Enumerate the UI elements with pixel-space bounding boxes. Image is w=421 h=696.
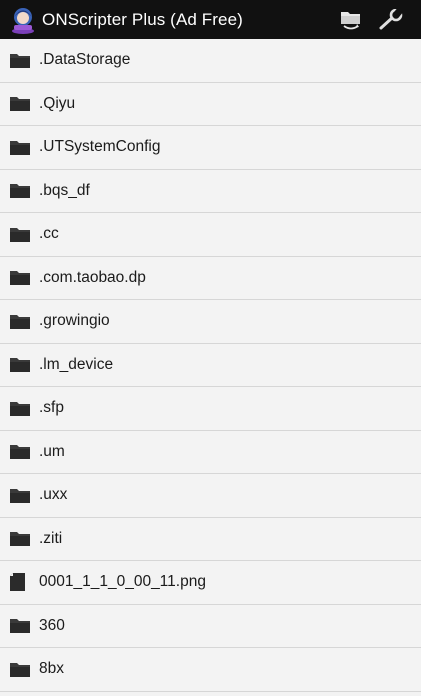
file-name-label: .com.taobao.dp xyxy=(39,268,146,286)
folder-icon xyxy=(9,529,33,549)
file-name-label: .sfp xyxy=(39,399,64,417)
file-name-label: 0001_1_1_0_00_11.png xyxy=(39,573,206,591)
folder-item[interactable]: .com.taobao.dp xyxy=(0,256,421,300)
folder-item[interactable]: .DataStorage xyxy=(0,39,421,83)
file-name-label: .DataStorage xyxy=(39,51,131,69)
folder-icon xyxy=(9,268,33,288)
app-logo-icon[interactable] xyxy=(8,5,38,35)
folder-item[interactable]: .cc xyxy=(0,213,421,257)
wrench-icon[interactable] xyxy=(371,0,411,39)
folder-item[interactable]: .sfp xyxy=(0,387,421,431)
folder-icon xyxy=(9,659,33,679)
file-name-label: .uxx xyxy=(39,486,68,504)
folder-item[interactable]: .ziti xyxy=(0,517,421,561)
folder-icon xyxy=(9,311,33,331)
folder-icon xyxy=(9,137,33,157)
folder-icon xyxy=(9,398,33,418)
file-name-label: 360 xyxy=(39,616,65,634)
folder-item[interactable]: 8bx xyxy=(0,648,421,692)
folder-icon xyxy=(9,485,33,505)
file-name-label: .UTSystemConfig xyxy=(39,138,161,156)
file-name-label: 8bx xyxy=(39,660,64,678)
file-name-label: .lm_device xyxy=(39,355,114,373)
folder-item[interactable]: .bqs_df xyxy=(0,169,421,213)
file-name-label: .ziti xyxy=(39,529,63,547)
folder-item[interactable]: 360 xyxy=(0,604,421,648)
folder-item[interactable]: .Qiyu xyxy=(0,82,421,126)
folder-icon xyxy=(9,94,33,114)
file-name-label: .growingio xyxy=(39,312,110,330)
file-name-label: .bqs_df xyxy=(39,181,90,199)
folder-item[interactable]: .uxx xyxy=(0,474,421,518)
folder-item[interactable]: .lm_device xyxy=(0,343,421,387)
folder-icon xyxy=(9,224,33,244)
file-name-label: .um xyxy=(39,442,65,460)
folder-refresh-icon[interactable] xyxy=(331,0,371,39)
folder-item[interactable]: .um xyxy=(0,430,421,474)
file-item[interactable]: 0001_1_1_0_00_11.png xyxy=(0,561,421,605)
folder-item[interactable]: .growingio xyxy=(0,300,421,344)
folder-icon xyxy=(9,181,33,201)
file-list: .DataStorage .Qiyu .UTSystemConfig .bqs_… xyxy=(0,39,421,692)
folder-icon xyxy=(9,616,33,636)
file-icon xyxy=(9,572,33,592)
file-name-label: .cc xyxy=(39,225,59,243)
folder-item[interactable]: .UTSystemConfig xyxy=(0,126,421,170)
folder-icon xyxy=(9,50,33,70)
folder-icon xyxy=(9,442,33,462)
app-bar: ONScripter Plus (Ad Free) xyxy=(0,0,421,39)
app-title: ONScripter Plus (Ad Free) xyxy=(42,9,243,29)
folder-icon xyxy=(9,355,33,375)
file-name-label: .Qiyu xyxy=(39,94,76,112)
